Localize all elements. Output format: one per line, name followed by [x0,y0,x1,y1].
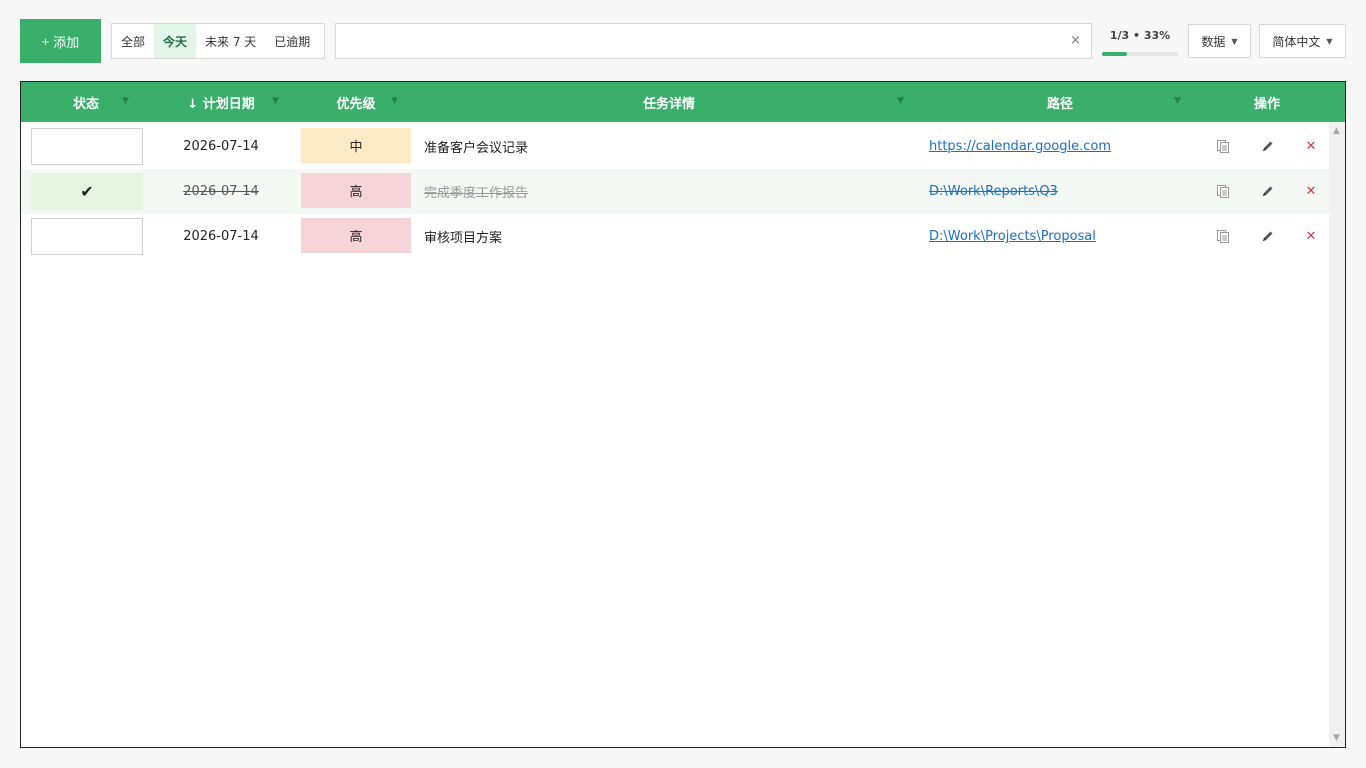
table-header: 状态 ▼ ↓ 计划日期 ▼ 优先级 ▼ 任务详情 ▼ 路径 ▼ 操作 [21,82,1345,122]
header-date-label: ↓ 计划日期 [187,96,255,112]
status-checkbox[interactable]: ✔ [31,173,143,210]
filter-overdue-tab[interactable]: 已逾期 [265,24,319,58]
header-path-label: 路径 [1046,96,1073,112]
priority-badge: 高 [301,218,411,253]
progress-text: 1/3 • 33% [1109,29,1171,42]
status-checkbox[interactable] [31,218,143,255]
header-priority[interactable]: 优先级 [311,82,401,122]
filter-today-tab[interactable]: 今天 [154,24,197,58]
delete-icon[interactable]: ✕ [1303,183,1319,199]
filter-all-tab[interactable]: 全部 [112,24,154,58]
data-menu-dropdown[interactable]: 数据 ▼ [1188,24,1251,58]
header-actions-label: 操作 [1253,96,1280,112]
table-row: 2026-07-14 高 审核项目方案 D:\Work\Projects\Pro… [21,214,1329,259]
progress-indicator: 1/3 • 33% [1102,29,1178,57]
copy-icon[interactable] [1215,183,1231,199]
date-filter-group: 全部 今天 未来 7 天 已逾期 [111,23,325,59]
task-detail: 审核项目方案 [424,231,503,246]
copy-icon[interactable] [1215,138,1231,154]
delete-icon[interactable]: ✕ [1303,138,1319,154]
task-table: 状态 ▼ ↓ 计划日期 ▼ 优先级 ▼ 任务详情 ▼ 路径 ▼ 操作 2026-… [20,81,1346,748]
progress-track [1102,52,1178,56]
priority-badge: 高 [301,173,411,208]
scroll-up-arrow-icon[interactable]: ▲ [1333,126,1340,136]
filter-status-icon[interactable]: ▼ [122,96,129,106]
edit-icon[interactable] [1259,228,1275,244]
progress-fill [1102,52,1128,56]
task-detail: 完成季度工作报告 [424,186,529,201]
header-priority-label: 优先级 [336,96,376,112]
planned-date: 2026-07-14 [183,229,259,244]
table-row: 2026-07-14 中 准备客户会议记录 https://calendar.g… [21,124,1329,169]
vertical-scrollbar[interactable]: ▲ ▼ [1329,122,1345,747]
header-status-label: 状态 [72,96,99,112]
header-detail[interactable]: 任务详情 [421,82,917,122]
data-menu-label: 数据 [1201,34,1226,49]
header-status[interactable]: 状态 [21,82,151,122]
filter-detail-icon[interactable]: ▼ [897,96,904,106]
header-date[interactable]: ↓ 计划日期 [171,82,271,122]
add-button-label: 添加 [53,34,80,50]
task-detail: 准备客户会议记录 [424,141,529,156]
filter-date-icon[interactable]: ▼ [272,96,279,106]
planned-date: 2026-07-14 [183,184,259,199]
search-box: × [335,23,1092,59]
caret-down-icon: ▼ [1231,36,1238,46]
status-checkbox[interactable] [31,128,143,165]
header-actions: 操作 [1217,82,1317,122]
copy-icon[interactable] [1215,228,1231,244]
header-detail-label: 任务详情 [642,96,695,112]
add-button[interactable]: + 添加 [20,19,101,63]
table-row: ✔ 2026-07-14 高 完成季度工作报告 D:\Work\Reports\… [21,169,1329,214]
edit-icon[interactable] [1259,138,1275,154]
filter-path-icon[interactable]: ▼ [1174,96,1181,106]
path-link[interactable]: D:\Work\Reports\Q3 [929,169,1058,214]
language-label: 简体中文 [1272,34,1321,49]
caret-down-icon: ▼ [1326,36,1333,46]
priority-badge: 中 [301,128,411,163]
edit-icon[interactable] [1259,183,1275,199]
delete-icon[interactable]: ✕ [1303,228,1319,244]
filter-next-7-days-tab[interactable]: 未来 7 天 [196,24,265,58]
filter-priority-icon[interactable]: ▼ [391,96,398,106]
planned-date: 2026-07-14 [183,139,259,154]
path-link[interactable]: https://calendar.google.com [929,124,1111,169]
scroll-down-arrow-icon[interactable]: ▼ [1333,733,1340,743]
path-link[interactable]: D:\Work\Projects\Proposal [929,214,1096,259]
clear-search-icon[interactable]: × [1070,33,1081,48]
search-input[interactable] [342,28,1066,56]
language-dropdown[interactable]: 简体中文 ▼ [1259,24,1346,58]
plus-icon: + [41,33,50,49]
header-path[interactable]: 路径 [921,82,1199,122]
